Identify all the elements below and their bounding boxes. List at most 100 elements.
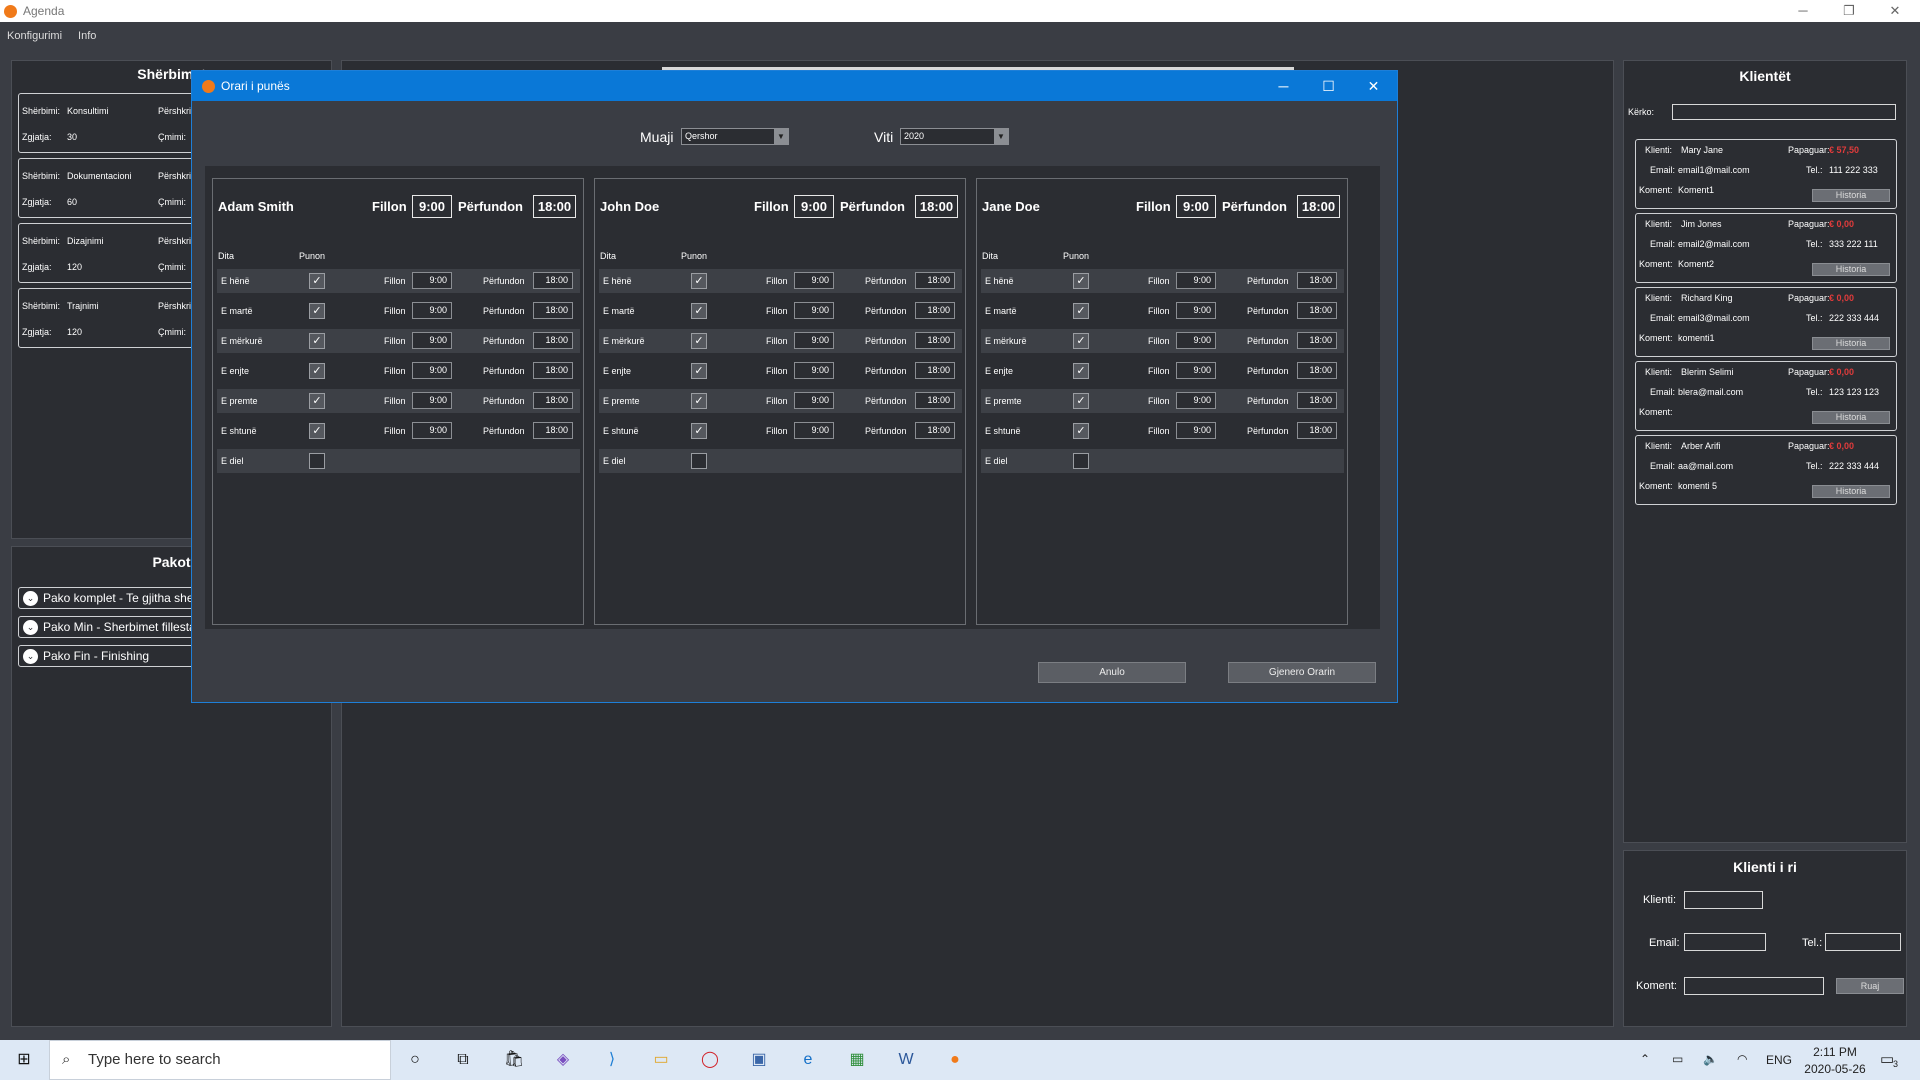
employee-start-input[interactable]: 9:00 — [412, 195, 452, 218]
day-end-input[interactable]: 18:00 — [533, 332, 573, 349]
day-start-input[interactable]: 9:00 — [794, 272, 834, 289]
package-item[interactable]: ⌄ Pako komplet - Te gjitha sherbimet — [18, 587, 198, 609]
day-start-input[interactable]: 9:00 — [794, 302, 834, 319]
works-checkbox[interactable]: ✓ — [1073, 273, 1089, 289]
day-end-input[interactable]: 18:00 — [533, 422, 573, 439]
menu-konfigurimi[interactable]: Konfigurimi — [7, 30, 62, 42]
day-end-input[interactable]: 18:00 — [915, 302, 955, 319]
works-checkbox[interactable]: ✓ — [309, 363, 325, 379]
month-select[interactable]: Qershor ▼ — [681, 128, 789, 145]
edge-icon[interactable]: e — [796, 1048, 820, 1072]
day-start-input[interactable]: 9:00 — [412, 422, 452, 439]
works-checkbox[interactable]: ✓ — [309, 393, 325, 409]
cancel-button[interactable]: Anulo — [1038, 662, 1186, 683]
employee-end-input[interactable]: 18:00 — [915, 195, 958, 218]
day-end-input[interactable]: 18:00 — [1297, 302, 1337, 319]
day-end-input[interactable]: 18:00 — [1297, 422, 1337, 439]
new-client-comment-input[interactable] — [1684, 977, 1824, 995]
day-end-input[interactable]: 18:00 — [915, 422, 955, 439]
history-button[interactable]: Historia — [1812, 485, 1890, 498]
new-client-name-input[interactable] — [1684, 891, 1763, 909]
dialog-close-icon[interactable]: ✕ — [1351, 71, 1396, 101]
chevron-down-icon[interactable]: ⌄ — [23, 590, 38, 606]
employee-end-input[interactable]: 18:00 — [1297, 195, 1340, 218]
works-checkbox[interactable]: ✓ — [691, 423, 707, 439]
word-icon[interactable]: W — [894, 1048, 918, 1072]
day-start-input[interactable]: 9:00 — [412, 362, 452, 379]
day-end-input[interactable]: 18:00 — [915, 272, 955, 289]
file-explorer-icon[interactable]: ▭ — [649, 1048, 673, 1072]
year-select[interactable]: 2020 ▼ — [900, 128, 1009, 145]
new-client-tel-input[interactable] — [1825, 933, 1901, 951]
opera-icon[interactable]: ◯ — [698, 1048, 722, 1072]
day-end-input[interactable]: 18:00 — [915, 392, 955, 409]
day-start-input[interactable]: 9:00 — [412, 302, 452, 319]
service-card[interactable]: Shërbimi: Trajnimi Përshkrimi: Zgjatja: … — [18, 288, 203, 348]
history-button[interactable]: Historia — [1812, 189, 1890, 202]
clock-time[interactable]: 2:11 PM — [1810, 1045, 1860, 1059]
day-end-input[interactable]: 18:00 — [1297, 392, 1337, 409]
vscode-icon[interactable]: ⟩ — [600, 1048, 624, 1072]
day-start-input[interactable]: 9:00 — [1176, 362, 1216, 379]
day-start-input[interactable]: 9:00 — [1176, 422, 1216, 439]
new-client-email-input[interactable] — [1684, 933, 1766, 951]
day-end-input[interactable]: 18:00 — [1297, 332, 1337, 349]
chevron-down-icon[interactable]: ⌄ — [23, 619, 38, 635]
generate-schedule-button[interactable]: Gjenero Orarin — [1228, 662, 1376, 683]
day-start-input[interactable]: 9:00 — [412, 392, 452, 409]
day-start-input[interactable]: 9:00 — [412, 332, 452, 349]
visual-studio-icon[interactable]: ◈ — [551, 1048, 575, 1072]
works-checkbox[interactable]: ✓ — [309, 273, 325, 289]
package-item[interactable]: ⌄ Pako Fin - Finishing — [18, 645, 198, 667]
day-end-input[interactable]: 18:00 — [915, 332, 955, 349]
day-start-input[interactable]: 9:00 — [1176, 332, 1216, 349]
chart-app-icon[interactable]: ▦ — [845, 1048, 869, 1072]
works-checkbox[interactable] — [691, 453, 707, 469]
works-checkbox[interactable]: ✓ — [1073, 333, 1089, 349]
history-button[interactable]: Historia — [1812, 337, 1890, 350]
day-start-input[interactable]: 9:00 — [794, 362, 834, 379]
works-checkbox[interactable] — [309, 453, 325, 469]
works-checkbox[interactable]: ✓ — [691, 333, 707, 349]
client-card[interactable]: Klienti: Blerim Selimi Papaguar: € 0,00 … — [1635, 361, 1897, 431]
history-button[interactable]: Historia — [1812, 411, 1890, 424]
works-checkbox[interactable]: ✓ — [309, 423, 325, 439]
history-button[interactable]: Historia — [1812, 263, 1890, 276]
works-checkbox[interactable] — [1073, 453, 1089, 469]
windows-start-icon[interactable]: ⊞ — [12, 1048, 36, 1072]
close-icon[interactable]: ✕ — [1872, 0, 1918, 22]
day-end-input[interactable]: 18:00 — [533, 302, 573, 319]
minimize-icon[interactable]: ─ — [1780, 0, 1826, 22]
day-start-input[interactable]: 9:00 — [794, 392, 834, 409]
dialog-minimize-icon[interactable]: ─ — [1261, 71, 1306, 101]
battery-icon[interactable]: ▭ — [1672, 1052, 1683, 1066]
package-item[interactable]: ⌄ Pako Min - Sherbimet fillestare — [18, 616, 198, 638]
day-start-input[interactable]: 9:00 — [794, 332, 834, 349]
day-end-input[interactable]: 18:00 — [533, 362, 573, 379]
employee-start-input[interactable]: 9:00 — [794, 195, 834, 218]
works-checkbox[interactable]: ✓ — [691, 363, 707, 379]
task-view-icon[interactable]: ⧉ — [451, 1048, 475, 1072]
works-checkbox[interactable]: ✓ — [691, 273, 707, 289]
employee-end-input[interactable]: 18:00 — [533, 195, 576, 218]
works-checkbox[interactable]: ✓ — [309, 303, 325, 319]
day-start-input[interactable]: 9:00 — [1176, 302, 1216, 319]
store-icon[interactable]: 🛍 — [502, 1048, 526, 1072]
client-card[interactable]: Klienti: Richard King Papaguar: € 0,00 E… — [1635, 287, 1897, 357]
works-checkbox[interactable]: ✓ — [691, 393, 707, 409]
day-end-input[interactable]: 18:00 — [915, 362, 955, 379]
employee-start-input[interactable]: 9:00 — [1176, 195, 1216, 218]
day-start-input[interactable]: 9:00 — [1176, 272, 1216, 289]
volume-icon[interactable]: 🔈 — [1703, 1052, 1718, 1066]
works-checkbox[interactable]: ✓ — [1073, 363, 1089, 379]
network-app-icon[interactable]: ▣ — [747, 1048, 771, 1072]
client-search-input[interactable] — [1672, 104, 1896, 120]
tray-chevron-icon[interactable]: ⌃ — [1640, 1052, 1650, 1066]
day-end-input[interactable]: 18:00 — [533, 272, 573, 289]
language-indicator[interactable]: ENG — [1766, 1053, 1792, 1067]
save-button[interactable]: Ruaj — [1836, 978, 1904, 994]
works-checkbox[interactable]: ✓ — [1073, 393, 1089, 409]
day-start-input[interactable]: 9:00 — [1176, 392, 1216, 409]
day-end-input[interactable]: 18:00 — [1297, 272, 1337, 289]
works-checkbox[interactable]: ✓ — [691, 303, 707, 319]
